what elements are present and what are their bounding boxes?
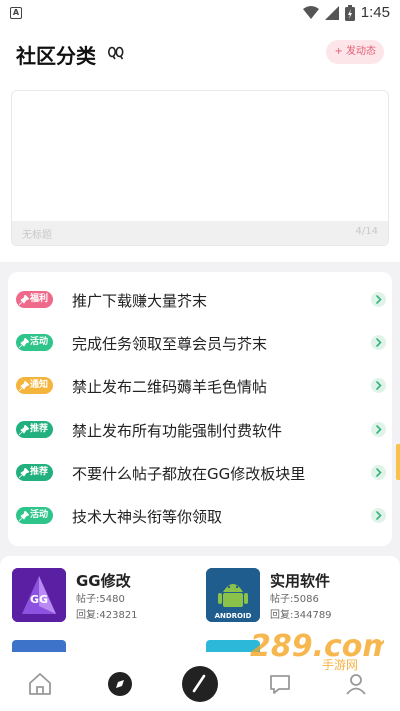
gg-modify-logo: GG: [12, 568, 66, 622]
useful-software-logo: ANDROID: [206, 568, 260, 622]
notice-text: 禁止发布所有功能强制付费软件: [72, 422, 283, 440]
notice-list: 福利 推广下载赚大量芥末活动 完成任务领取至尊会员与芥末通知 禁止发布二维码薅羊毛色情…: [8, 272, 392, 546]
clock: 1:45: [360, 4, 390, 21]
notice-text: 技术大神头衔等你领取: [72, 508, 223, 526]
user-icon: [346, 674, 366, 695]
notice-item[interactable]: 推荐 不要什么帖子都放在GG修改板块里: [8, 453, 392, 496]
pencil-icon: [182, 666, 218, 702]
category-posts: 帖子:5086: [270, 594, 319, 605]
notice-tag-label: 通知: [30, 380, 49, 390]
chevron-right-icon[interactable]: [371, 465, 386, 480]
notice-tag-label: 福利: [30, 294, 49, 304]
notice-item[interactable]: 活动 完成任务领取至尊会员与芥末: [8, 323, 392, 366]
tab-create[interactable]: [178, 662, 222, 706]
watermark-subtext: 手游网: [322, 658, 358, 672]
notice-item[interactable]: 通知 禁止发布二维码薅羊毛色情帖: [8, 366, 392, 409]
notice-tag-label: 推荐: [30, 424, 49, 434]
chevron-right-icon[interactable]: [371, 292, 386, 307]
notice-tag: 推荐: [16, 464, 54, 481]
category-posts: 帖子:5480: [76, 594, 125, 605]
notice-item[interactable]: 推荐 禁止发布所有功能强制付费软件: [8, 410, 392, 453]
android-logo-text: ANDROID: [215, 612, 252, 620]
tab-home[interactable]: [20, 664, 60, 704]
banner-counter: 4/14: [355, 226, 378, 237]
notice-text: 不要什么帖子都放在GG修改板块里: [72, 465, 306, 483]
site-watermark: 289.com 手游网: [250, 632, 384, 672]
page-title: 社区分类: [16, 44, 96, 68]
notice-tag-label: 活动: [30, 510, 49, 520]
category-useful-software[interactable]: ANDROID 实用软件 帖子:5086 回复:344789: [206, 568, 386, 624]
notice-tag: 通知: [16, 377, 54, 394]
watermark-text: 289.com: [250, 632, 384, 664]
banner-caption-bar: 无标题 4/14: [12, 221, 388, 245]
page-header: 社区分类 + 发动态: [0, 28, 400, 80]
home-icon: [29, 673, 51, 695]
category-replies: 回复:423821: [76, 610, 138, 621]
side-pull-tab[interactable]: [396, 444, 400, 480]
status-bar: A 1:45: [0, 0, 400, 28]
pin-icon: [19, 337, 29, 348]
qq-icon[interactable]: [108, 46, 124, 60]
notice-item[interactable]: 福利 推广下载赚大量芥末: [8, 280, 392, 323]
notice-text: 完成任务领取至尊会员与芥末: [72, 335, 268, 353]
notice-tag-label: 推荐: [30, 467, 49, 477]
gg-logo-text: GG: [30, 593, 48, 606]
banner-caption: 无标题: [22, 230, 52, 241]
chevron-right-icon[interactable]: [371, 335, 386, 350]
chevron-right-icon[interactable]: [371, 422, 386, 437]
notice-tag: 活动: [16, 334, 54, 351]
pin-icon: [19, 467, 29, 478]
app-notification-icon: A: [10, 7, 22, 19]
notice-tag: 福利: [16, 291, 54, 308]
pin-icon: [19, 510, 29, 521]
pin-icon: [19, 294, 29, 305]
next-category-logo: [12, 640, 66, 652]
pin-icon: [19, 380, 29, 391]
notice-tag: 活动: [16, 507, 54, 524]
notice-item[interactable]: 活动 技术大神头衔等你领取: [8, 496, 392, 539]
notice-tag: 推荐: [16, 421, 54, 438]
compass-icon: [108, 672, 132, 696]
post-update-button[interactable]: + 发动态: [326, 40, 384, 64]
signal-icon: [324, 5, 339, 20]
chevron-right-icon[interactable]: [371, 378, 386, 393]
notice-text: 禁止发布二维码薅羊毛色情帖: [72, 378, 268, 396]
chat-icon: [270, 675, 290, 694]
banner-carousel[interactable]: 无标题 4/14: [11, 90, 389, 246]
notice-text: 推广下载赚大量芥末: [72, 292, 208, 310]
wifi-icon: [302, 5, 319, 19]
chevron-right-icon[interactable]: [371, 508, 386, 523]
tab-discover[interactable]: [100, 664, 140, 704]
pin-icon: [19, 424, 29, 435]
banner-section: 无标题 4/14: [0, 80, 400, 262]
battery-icon: [344, 4, 355, 21]
category-replies: 回复:344789: [270, 610, 332, 621]
category-name: 实用软件: [270, 572, 331, 590]
category-gg-modify[interactable]: GG GG修改 帖子:5480 回复:423821: [12, 568, 192, 624]
notice-tag-label: 活动: [30, 337, 49, 347]
category-name: GG修改: [76, 572, 131, 590]
